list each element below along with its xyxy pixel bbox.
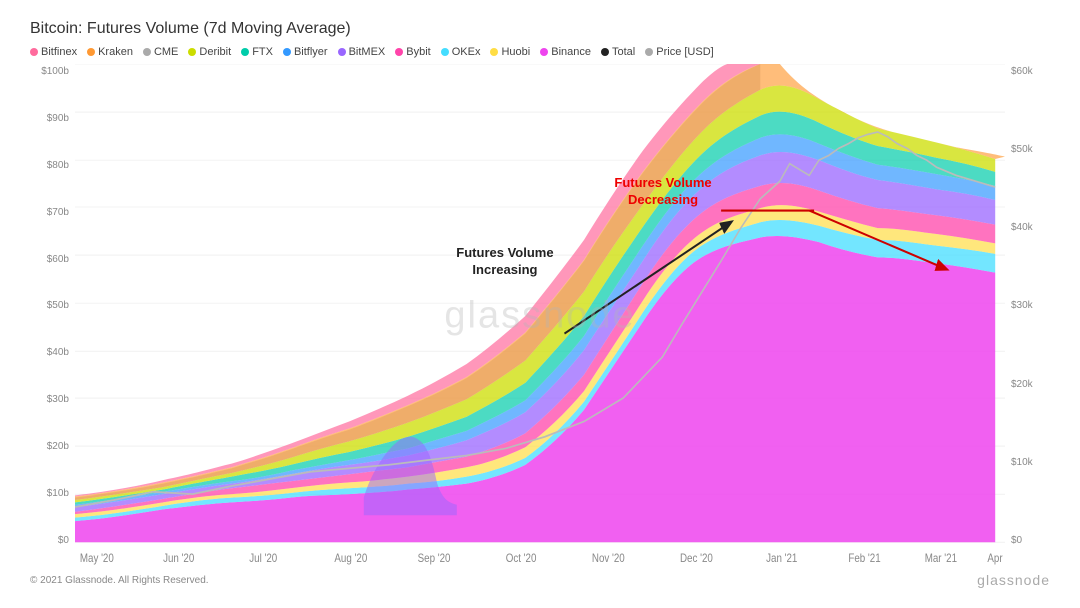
- y-axis-right-label: $50k: [1011, 144, 1033, 155]
- legend-item-bitfinex: Bitfinex: [30, 46, 77, 58]
- y-axis-left-label: $90b: [47, 113, 69, 124]
- annotation-decreasing: Futures VolumeDecreasing: [614, 175, 711, 209]
- y-axis-left: $100b $90b $80b $70b $60b $50b $40b $30b $20b $10…: [30, 64, 75, 568]
- annotation-increasing: Futures VolumeIncreasing: [456, 245, 553, 279]
- x-axis: May '20 Jun '20 Jul '20 Aug '20 Sep '20 …: [80, 552, 1005, 565]
- svg-text:May '20: May '20: [80, 552, 114, 565]
- main-container: Bitcoin: Futures Volume (7d Moving Avera…: [0, 0, 1080, 608]
- chart-title: Bitcoin: Futures Volume (7d Moving Avera…: [30, 20, 1050, 38]
- footer-logo: glassnode: [977, 572, 1050, 588]
- y-axis-left-label: $50b: [47, 300, 69, 311]
- chart-inner: May '20 Jun '20 Jul '20 Aug '20 Sep '20 …: [75, 64, 1005, 568]
- y-axis-left-label: $40b: [47, 347, 69, 358]
- y-axis-left-label: $30b: [47, 394, 69, 405]
- y-axis-left-label: $0: [58, 535, 69, 546]
- y-axis-right-label: $10k: [1011, 457, 1033, 468]
- y-axis-right-label: $20k: [1011, 379, 1033, 390]
- svg-text:Apr '21: Apr '21: [987, 552, 1005, 565]
- y-axis-left-label: $80b: [47, 160, 69, 171]
- svg-text:Feb '21: Feb '21: [848, 552, 880, 565]
- footer: © 2021 Glassnode. All Rights Reserved. g…: [30, 572, 1050, 588]
- svg-text:Jan '21: Jan '21: [766, 552, 797, 565]
- svg-text:Aug '20: Aug '20: [334, 552, 367, 565]
- svg-text:Oct '20: Oct '20: [506, 552, 537, 565]
- y-axis-right-label: $40k: [1011, 222, 1033, 233]
- legend-item-ftx: FTX: [241, 46, 273, 58]
- svg-text:Dec '20: Dec '20: [680, 552, 713, 565]
- legend-item-bitflyer: Bitflyer: [283, 46, 328, 58]
- legend-item-huobi: Huobi: [490, 46, 530, 58]
- y-axis-right: $60k $50k $40k $30k $20k $10k $0: [1005, 64, 1050, 568]
- legend-item-okex: OKEx: [441, 46, 481, 58]
- y-axis-left-label: $60b: [47, 254, 69, 265]
- y-axis-left-label: $10b: [47, 488, 69, 499]
- chart-area: $100b $90b $80b $70b $60b $50b $40b $30b $20b $10…: [30, 64, 1050, 568]
- legend-item-binance: Binance: [540, 46, 591, 58]
- legend-item-cme: CME: [143, 46, 178, 58]
- legend-item-total: Total: [601, 46, 635, 58]
- y-axis-left-label: $100b: [41, 66, 69, 77]
- svg-text:Jun '20: Jun '20: [163, 552, 194, 565]
- legend-item-deribit: Deribit: [188, 46, 231, 58]
- legend-item-kraken: Kraken: [87, 46, 133, 58]
- legend: Bitfinex Kraken CME Deribit FTX Bitflyer BitME…: [30, 46, 1050, 58]
- y-axis-right-label: $30k: [1011, 300, 1033, 311]
- legend-item-bitmex: BitMEX: [338, 46, 386, 58]
- svg-text:Nov '20: Nov '20: [592, 552, 625, 565]
- svg-text:Sep '20: Sep '20: [418, 552, 451, 565]
- copyright: © 2021 Glassnode. All Rights Reserved.: [30, 575, 209, 586]
- legend-item-bybit: Bybit: [395, 46, 430, 58]
- svg-text:Jul '20: Jul '20: [249, 552, 277, 565]
- y-axis-left-label: $70b: [47, 207, 69, 218]
- y-axis-right-label: $60k: [1011, 66, 1033, 77]
- svg-text:Mar '21: Mar '21: [925, 552, 957, 565]
- legend-item-price--usd-: Price [USD]: [645, 46, 713, 58]
- y-axis-left-label: $20b: [47, 441, 69, 452]
- y-axis-right-label: $0: [1011, 535, 1022, 546]
- chart-svg: May '20 Jun '20 Jul '20 Aug '20 Sep '20 …: [75, 64, 1005, 568]
